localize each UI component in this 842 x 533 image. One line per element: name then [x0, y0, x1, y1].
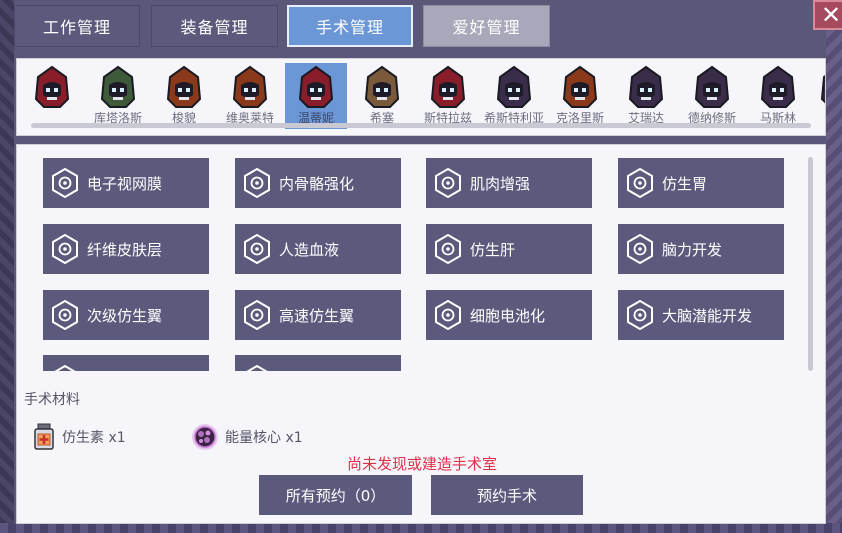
surgery-scrollbar[interactable] [808, 157, 813, 371]
surgery-panel: 电子视网膜 内骨骼强化 肌肉增强 仿生胃纤维皮肤层 人造血液 仿生肝 脑力开发次级仿生翼 高速… [16, 144, 826, 524]
brain-icon [627, 234, 653, 264]
eye-icon [52, 168, 78, 198]
management-window: 工作管理 装备管理 手术管理 爱好管理 ✕ 库塔洛斯 梭貌 维奥莱特 温蒂妮 希塞 斯特拉… [14, 0, 842, 524]
liver-icon [435, 234, 461, 264]
character-avatar-icon [232, 65, 268, 108]
bone-icon [244, 168, 270, 198]
warning-message: 尚未发现或建造手术室 [346, 455, 497, 473]
surgery-label: 纤维皮肤层 [87, 240, 163, 259]
close-icon: ✕ [820, 1, 842, 29]
background-right [826, 30, 842, 533]
surgery-button[interactable]: 纤维皮肤层 [43, 224, 209, 274]
all-reservations-button[interactable]: 所有预约（0） [259, 475, 412, 515]
surgery-button[interactable]: 仿生肝 [426, 224, 592, 274]
character-slot[interactable]: 希斯特利亚 [483, 63, 545, 129]
surgery-button[interactable]: 次级仿生翼 [43, 290, 209, 340]
reserve-surgery-button[interactable]: 预约手术 [431, 475, 583, 515]
background-bottom [0, 523, 842, 533]
character-avatar-icon [562, 65, 598, 108]
character-slot[interactable]: 阿 [807, 63, 825, 129]
character-avatar-icon [298, 65, 334, 108]
character-avatar-icon [34, 65, 70, 108]
tab-equipment[interactable]: 装备管理 [151, 5, 278, 47]
surgery-label: 脑力开发 [662, 240, 723, 259]
character-slot[interactable]: 马斯林 [747, 63, 809, 129]
surgery-button[interactable]: 高速仿生翼 [235, 290, 401, 340]
material-label: 仿生素 x1 [62, 430, 126, 446]
character-slot[interactable]: 斯特拉兹 [417, 63, 479, 129]
character-strip: 库塔洛斯梭貌维奥莱特温蒂妮希塞斯特拉兹希斯特利亚克洛里斯艾瑞达德纳修斯马斯林阿 [16, 58, 826, 136]
surgery-label: 仿生胃 [662, 174, 708, 193]
surgery-list: 电子视网膜 内骨骼强化 肌肉增强 仿生胃纤维皮肤层 人造血液 仿生肝 脑力开发次级仿生翼 高速… [17, 145, 813, 371]
surgery-label: 细胞电池化 [470, 306, 546, 325]
character-avatar-icon [496, 65, 532, 108]
character-avatar-icon [628, 65, 664, 108]
surgery-button[interactable]: 内骨骼强化 [235, 158, 401, 208]
surgery-label: 大脑潜能开发 [662, 306, 753, 325]
tab-surgery[interactable]: 手术管理 [287, 5, 413, 47]
character-avatar-icon [166, 65, 202, 108]
bottle-icon [34, 423, 54, 450]
character-slot[interactable]: 库塔洛斯 [87, 63, 149, 129]
character-avatar-icon [364, 65, 400, 108]
muscle-icon [435, 168, 461, 198]
skin-icon [52, 234, 78, 264]
wing-fast-icon [244, 300, 270, 330]
materials-title: 手术材料 [24, 392, 80, 408]
character-avatar-icon [820, 75, 825, 104]
surgery-label: 仿生肝 [470, 240, 516, 259]
surgery-label: 高速仿生翼 [279, 306, 355, 325]
material-label: 能量核心 x1 [225, 430, 303, 446]
material-item: 能量核心 x1 [191, 423, 303, 451]
character-slot[interactable]: 维奥莱特 [219, 63, 281, 129]
wing-icon [52, 300, 78, 330]
partial-icon [54, 365, 76, 371]
character-avatar-icon [100, 65, 136, 108]
surgery-button[interactable]: 电子视网膜 [43, 158, 209, 208]
surgery-button[interactable]: 细胞电池化 [426, 290, 592, 340]
neuron-icon [627, 300, 653, 330]
partial-icon [246, 365, 268, 371]
surgery-label: 次级仿生翼 [87, 306, 163, 325]
character-slot[interactable]: 德纳修斯 [681, 63, 743, 129]
surgery-label: 肌肉增强 [470, 174, 531, 193]
surgery-label: 人造血液 [279, 240, 340, 259]
character-slot[interactable]: 克洛里斯 [549, 63, 611, 129]
background-left [0, 0, 14, 533]
character-slot[interactable]: 温蒂妮 [285, 63, 347, 129]
surgery-label: 电子视网膜 [87, 174, 163, 193]
character-avatar-icon [430, 65, 466, 108]
character-slot[interactable]: 艾瑞达 [615, 63, 677, 129]
character-avatar-icon [694, 65, 730, 108]
character-avatar-icon [760, 65, 796, 108]
material-item: 仿生素 x1 [32, 423, 126, 451]
surgery-button[interactable]: 仿生胃 [618, 158, 784, 208]
character-slot[interactable]: 希塞 [351, 63, 413, 129]
blood-icon [244, 234, 270, 264]
energy-core-icon [192, 424, 218, 450]
stomach-icon [627, 168, 653, 198]
surgery-button[interactable] [43, 355, 209, 371]
surgery-label: 内骨骼强化 [279, 174, 355, 193]
surgery-button[interactable]: 大脑潜能开发 [618, 290, 784, 340]
surgery-button[interactable]: 脑力开发 [618, 224, 784, 274]
character-slot[interactable] [21, 63, 83, 129]
close-button[interactable]: ✕ [813, 0, 842, 30]
cell-icon [435, 300, 461, 330]
tab-work[interactable]: 工作管理 [14, 5, 140, 47]
character-scrollbar[interactable] [31, 123, 811, 128]
surgery-button[interactable]: 肌肉增强 [426, 158, 592, 208]
character-slot[interactable]: 梭貌 [153, 63, 215, 129]
surgery-button[interactable]: 人造血液 [235, 224, 401, 274]
tab-hobby[interactable]: 爱好管理 [423, 5, 550, 47]
surgery-button[interactable] [235, 355, 401, 371]
